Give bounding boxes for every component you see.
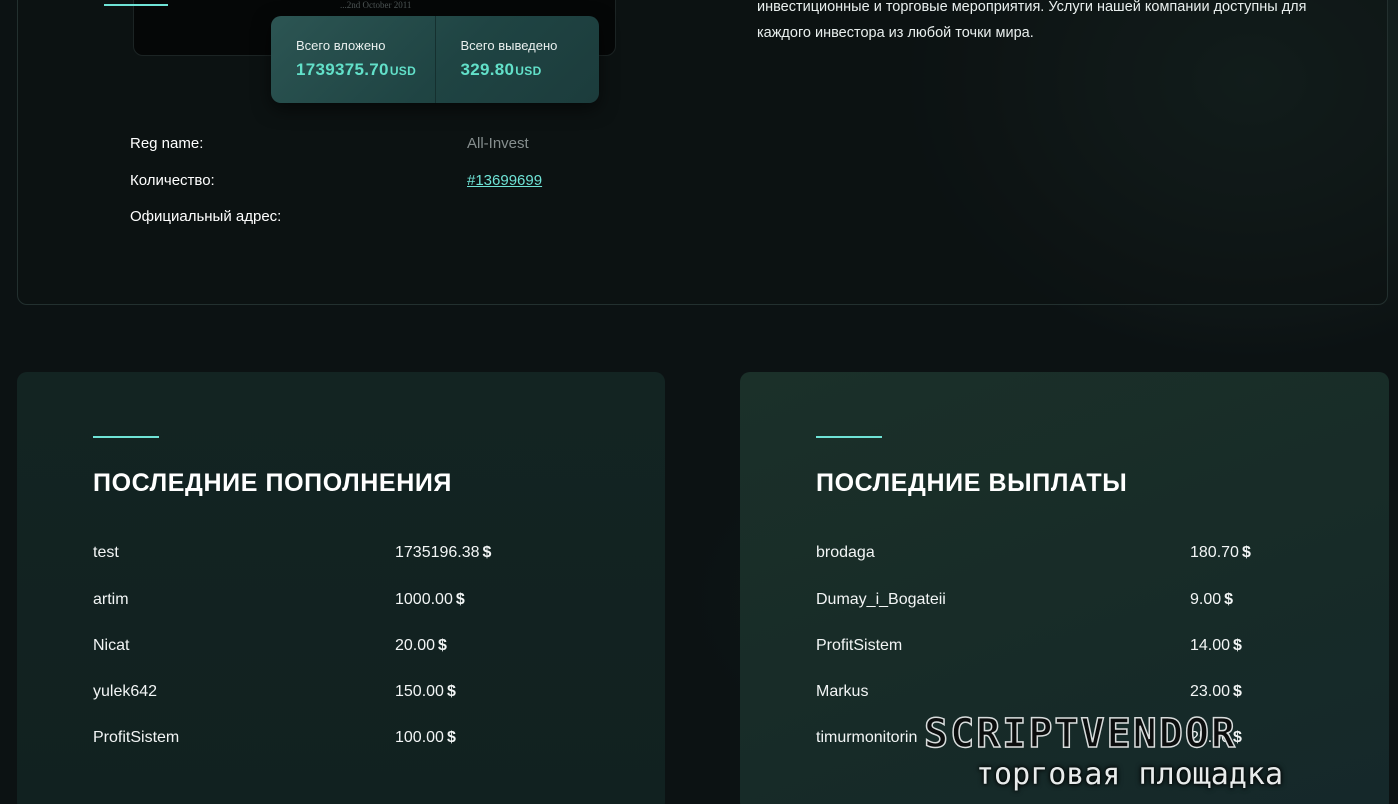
card-accent-line [816,436,882,438]
deposit-user: ProfitSistem [93,729,180,746]
total-withdrawn-amount: 329.80 [460,60,515,79]
deposit-amount: 100.00 $ [395,729,456,747]
payout-user: timurmonitorin [816,729,918,746]
registration-number-link[interactable]: #13699699 [467,172,542,189]
deposit-amount: 1000.00 $ [395,591,465,609]
deposit-amount: 20.00 $ [395,637,447,655]
dollar-icon: $ [446,683,456,700]
amount-value: 180.70 [1190,544,1239,561]
total-withdrawn-value: 329.80USD [461,60,600,80]
amount-value: 1735196.38 [395,544,480,561]
about-paragraph: инвестиционные и торговые мероприятия. У… [757,0,1307,41]
section-accent-line [104,4,168,6]
total-invested-label: Всего вложено [296,38,386,53]
payout-user: ProfitSistem [816,637,903,654]
amount-value: 1000.00 [395,591,453,608]
dollar-icon: $ [1233,637,1242,654]
dollar-icon: $ [1224,591,1234,608]
amount-value: 23.00 [1190,683,1231,700]
total-withdrawn-unit: USD [515,64,542,78]
amount-value: 20.00 [395,637,436,654]
dollar-icon: $ [1241,544,1251,561]
dollar-icon: $ [482,544,492,561]
payout-amount: 9.00 $ [1190,591,1233,609]
card-accent-line [93,436,159,438]
deposit-user: test [93,544,119,561]
deposit-user: yulek642 [93,683,158,700]
total-invested-unit: USD [389,64,417,78]
certificate-caption: ...2nd October 2011 [340,0,412,10]
watermark-brand: SCRIPTVENDOR [923,710,1237,758]
payout-amount: 23.00 $ [1190,683,1242,701]
amount-value: 9.00 [1190,591,1222,608]
latest-deposits-title: ПОСЛЕДНИЕ ПОПОЛНЕНИЯ [93,469,452,497]
amount-value: 100.00 [395,729,444,746]
total-invested-value: 1739375.70USD [296,60,435,80]
latest-payouts-title: ПОСЛЕДНИЕ ВЫПЛАТЫ [816,469,1128,497]
deposit-user: artim [93,591,129,608]
detail-label: Количество: [130,172,215,189]
payout-user: Dumay_i_Bogateii [816,591,946,608]
deposit-amount: 1735196.38 $ [395,544,491,562]
payout-amount: 180.70 $ [1190,544,1251,562]
payout-user: Markus [816,683,869,700]
dollar-icon: $ [438,637,447,654]
dollar-icon: $ [446,729,456,746]
dollar-icon: $ [455,591,465,608]
total-invested: Всего вложено 1739375.70USD [271,16,435,103]
totals-card: Всего вложено 1739375.70USD Всего выведе… [271,16,599,103]
watermark-tagline: торговая площадка [976,757,1284,792]
watermark-overlay: SCRIPTVENDOR торговая площадка [923,710,1384,804]
total-withdrawn: Всего выведено 329.80USD [434,16,600,103]
deposit-amount: 150.00 $ [395,683,456,701]
detail-value: All-Invest [467,135,529,152]
latest-deposits-card: ПОСЛЕДНИЕ ПОПОЛНЕНИЯ test 1735196.38 $ ar… [17,372,665,804]
dollar-icon: $ [1233,683,1242,700]
deposit-user: Nicat [93,637,130,654]
detail-label: Официальный адрес: [130,208,282,225]
payout-user: brodaga [816,544,875,561]
amount-value: 150.00 [395,683,444,700]
detail-label: Reg name: [130,135,204,152]
amount-value: 14.00 [1190,637,1231,654]
total-withdrawn-label: Всего выведено [460,38,558,53]
total-invested-amount: 1739375.70 [296,60,389,79]
payout-amount: 14.00 $ [1190,637,1242,655]
